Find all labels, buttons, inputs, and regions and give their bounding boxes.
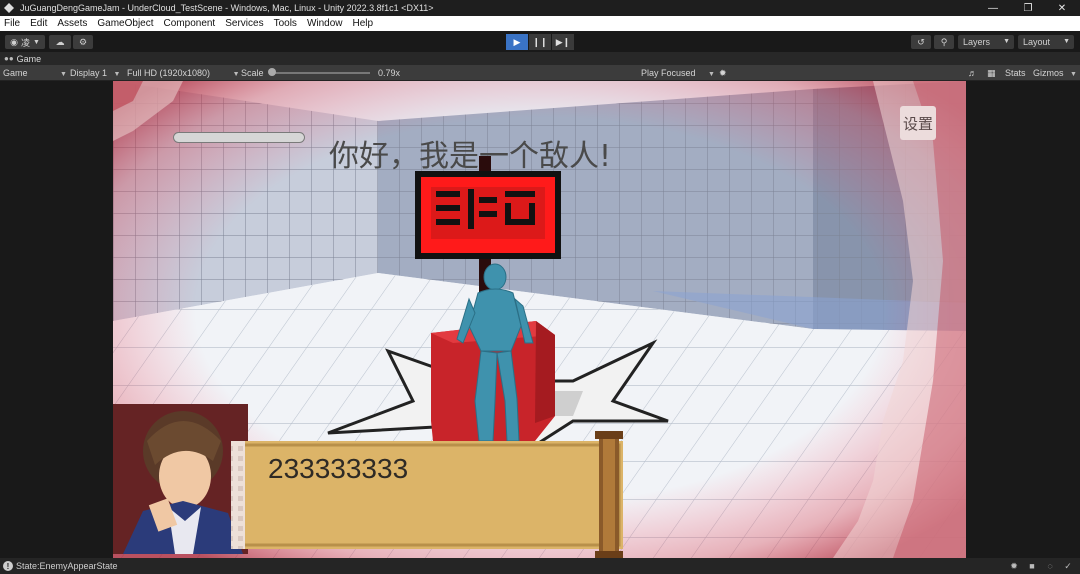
play-controls: ▶ ❙❙ ▶❙ <box>506 34 575 50</box>
menu-help[interactable]: Help <box>353 18 374 29</box>
play-button[interactable]: ▶ <box>506 34 528 50</box>
account-label: 凌 <box>20 37 30 48</box>
game-mode-label: Game <box>3 68 28 78</box>
check-circle-icon[interactable]: ✓ <box>1062 560 1074 572</box>
scale-label: Scale <box>241 68 264 78</box>
collab-button[interactable]: ⚙ <box>73 35 93 49</box>
tab-strip: ●● Game <box>0 52 1080 65</box>
tab-game-label: Game <box>16 53 42 64</box>
pause-button[interactable]: ❙❙ <box>529 34 551 50</box>
game-viewport[interactable]: 你好，我是一个敌人! 设置 233333333 <box>113 81 966 558</box>
status-message[interactable]: State:EnemyAppearState <box>16 561 118 571</box>
history-button[interactable]: ↺ <box>911 35 931 49</box>
enemy-health-bar <box>173 132 305 143</box>
cloud-button[interactable]: ☁ <box>49 35 71 49</box>
unity-logo-icon <box>4 3 14 13</box>
layout-label: Layout <box>1023 37 1051 47</box>
gear-icon: ⚙ <box>78 36 88 47</box>
bug-icon[interactable]: ✹ <box>719 65 727 81</box>
viewport-letterbox-right <box>966 81 1080 558</box>
minimize-icon[interactable]: — <box>976 0 1010 16</box>
chevron-down-icon: ▼ <box>1070 71 1077 78</box>
account-dropdown[interactable]: ◉ 凌 ▼ <box>5 35 45 49</box>
cloud-icon: ☁ <box>55 36 65 47</box>
search-icon: ⚲ <box>940 36 948 47</box>
menu-assets[interactable]: Assets <box>57 18 87 29</box>
menu-services[interactable]: Services <box>225 18 263 29</box>
display-dropdown[interactable]: Display 1 ▼ <box>70 65 120 81</box>
menu-gameobject[interactable]: GameObject <box>97 18 153 29</box>
main-toolbar: ◉ 凌 ▼ ☁ ⚙ ▶ ❙❙ ▶❙ ↺ ⚲ Layers ▼ Layout ▼ <box>0 31 1080 52</box>
bug-icon[interactable]: ✹ <box>1008 560 1020 572</box>
info-icon: ! <box>3 561 13 571</box>
restore-icon[interactable]: ❐ <box>1011 0 1045 16</box>
menu-file[interactable]: File <box>4 18 20 29</box>
status-bar: ! State:EnemyAppearState ✹ ■ ◌ ✓ <box>0 558 1080 574</box>
settings-button[interactable]: 设置 <box>900 106 936 140</box>
chevron-down-icon: ▼ <box>1063 38 1070 45</box>
chevron-down-icon: ▼ <box>232 71 240 78</box>
tab-game[interactable]: ●● Game <box>0 54 41 64</box>
menu-tools[interactable]: Tools <box>274 18 297 29</box>
display-label: Display 1 <box>70 68 108 78</box>
status-icons: ✹ ■ ◌ ✓ <box>1002 560 1074 572</box>
close-icon[interactable]: ✕ <box>1045 0 1079 16</box>
resolution-dropdown[interactable]: Full HD (1920x1080) ▼ <box>127 65 240 81</box>
chevron-down-icon: ▼ <box>113 71 121 78</box>
play-focused-label: Play Focused <box>641 68 696 78</box>
window-title: JuGuangDengGameJam - UnderCloud_TestScen… <box>20 3 434 13</box>
search-button[interactable]: ⚲ <box>934 35 954 49</box>
account-icon: ◉ <box>10 36 18 47</box>
menu-window[interactable]: Window <box>307 18 343 29</box>
gizmos-dropdown[interactable]: Gizmos ▼ <box>1033 65 1077 81</box>
play-icon: ▶ <box>513 36 521 47</box>
viewport-letterbox-left <box>0 81 113 558</box>
layers-label: Layers <box>963 37 991 47</box>
scale-slider-handle[interactable] <box>268 68 276 76</box>
gamepad-icon: ●● <box>4 54 14 63</box>
step-icon: ▶❙ <box>555 36 571 47</box>
gizmos-label: Gizmos <box>1033 68 1064 78</box>
package-icon[interactable]: ■ <box>1026 560 1038 572</box>
pause-icon: ❙❙ <box>532 36 548 47</box>
step-button[interactable]: ▶❙ <box>552 34 574 50</box>
history-icon: ↺ <box>917 36 925 47</box>
menu-component[interactable]: Component <box>164 18 216 29</box>
menu-edit[interactable]: Edit <box>30 18 47 29</box>
play-focused-dropdown[interactable]: Play Focused ▼ <box>641 65 715 81</box>
scale-value: 0.79x <box>378 68 401 78</box>
stats-button[interactable]: Stats <box>1005 65 1026 81</box>
scale-slider-track[interactable] <box>270 72 370 74</box>
game-mode-dropdown[interactable]: Game ▼ <box>3 65 67 81</box>
keyboard-icon[interactable]: ▦ <box>987 65 996 81</box>
layers-dropdown[interactable]: Layers ▼ <box>958 35 1014 49</box>
enemy-greeting-text: 你好，我是一个敌人! <box>329 139 612 174</box>
game-view-toolbar: Game ▼ Display 1 ▼ Full HD (1920x1080) ▼… <box>0 65 1080 81</box>
loading-icon[interactable]: ◌ <box>1044 560 1056 572</box>
mute-audio-icon[interactable]: ♬ <box>968 65 977 81</box>
chevron-down-icon: ▼ <box>708 71 715 78</box>
layout-dropdown[interactable]: Layout ▼ <box>1018 35 1074 49</box>
title-bar: JuGuangDengGameJam - UnderCloud_TestScen… <box>0 0 1080 16</box>
dialog-text: 233333333 <box>268 453 409 484</box>
menu-bar: File Edit Assets GameObject Component Se… <box>0 16 1080 31</box>
resolution-label: Full HD (1920x1080) <box>127 68 211 78</box>
chevron-down-icon: ▼ <box>60 71 67 78</box>
chevron-down-icon: ▼ <box>32 38 40 46</box>
chevron-down-icon: ▼ <box>1003 38 1010 45</box>
